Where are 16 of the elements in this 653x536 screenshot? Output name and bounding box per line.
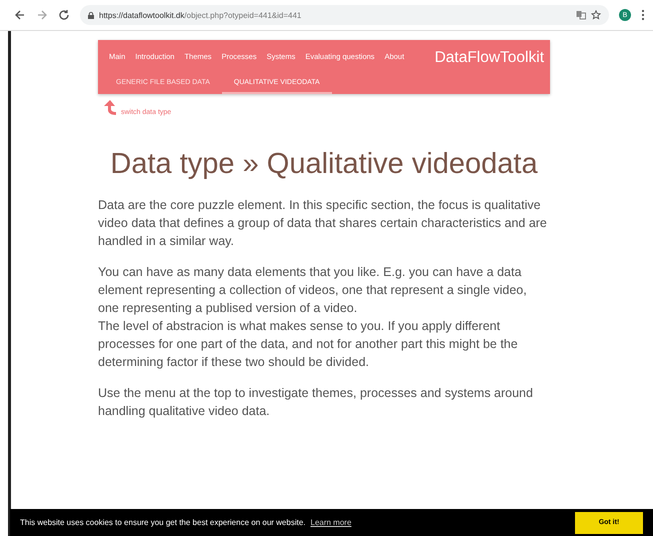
menu-icon[interactable] <box>641 9 645 21</box>
url-text: https://dataflowtoolkit.dk/object.php?otypeid=441&id=441 <box>99 10 302 20</box>
cookie-message: This website uses cookies to ensure you get the best experience on our website. <box>20 518 306 527</box>
paragraph: Use the menu at the top to investigate themes, processes and systems around handling qualitative video data. <box>98 385 534 420</box>
site-brand[interactable]: DataFlowToolkit <box>434 45 544 67</box>
page-title: Data type » Qualitative videodata <box>110 147 538 182</box>
reload-icon[interactable] <box>58 9 70 21</box>
translate-icon[interactable] <box>576 10 586 20</box>
paragraph: You can have as many data elements that you like. E.g. you can have a data element representing a collection of videos, one that represent a single video, one representing a publised version of a video. The level of abstracion is what makes sense to you. If you apply different processes for one part of the data, and not for another part this might be the determining factor if these two should be divided. <box>98 264 528 371</box>
address-bar[interactable]: https://dataflowtoolkit.dk/object.php?otypeid=441&id=441 <box>80 5 609 25</box>
learn-more-link[interactable]: Learn more <box>310 518 352 527</box>
back-icon[interactable] <box>14 9 26 21</box>
paragraph: Data are the core puzzle element. In this specific section, the focus is qualitative video data that defines a group of data that shares certain characteristics and are handled in a similar way. <box>98 197 548 250</box>
star-icon[interactable] <box>591 10 601 20</box>
lock-icon <box>88 12 94 18</box>
curved-arrow-icon <box>104 100 118 116</box>
